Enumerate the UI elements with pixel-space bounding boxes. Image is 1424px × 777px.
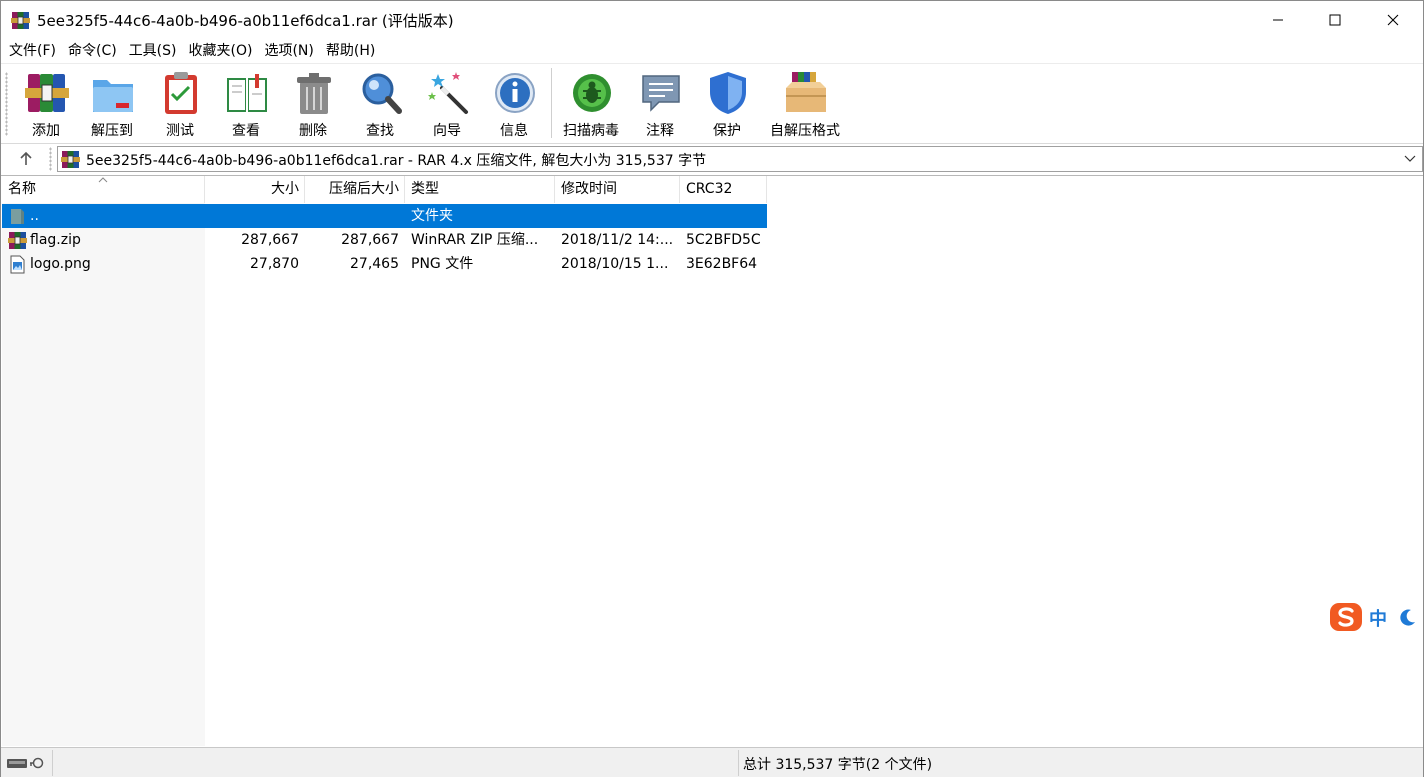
parent-folder-icon: [11, 209, 24, 224]
sfx-box-icon: [786, 72, 826, 112]
file-row-logo-png[interactable]: logo.png 27,870 27,465 PNG 文件 2018/10/15…: [2, 252, 767, 276]
sort-ascending-icon: [98, 177, 108, 183]
path-dropdown-button[interactable]: [1401, 148, 1419, 170]
file-name: ..: [30, 208, 39, 224]
file-row-flag-zip[interactable]: flag.zip 287,667 287,667 WinRAR ZIP 压缩..…: [2, 228, 767, 252]
column-header-name[interactable]: 名称: [2, 176, 205, 203]
chevron-down-icon: [1404, 155, 1416, 162]
menu-commands[interactable]: 命令(C): [62, 39, 123, 63]
title-bar[interactable]: 5ee325f5-44c6-4a0b-b496-a0b11ef6dca1.rar…: [1, 1, 1423, 39]
file-packed-size: [305, 204, 399, 228]
view-button[interactable]: 查看: [214, 68, 278, 140]
file-list[interactable]: 名称 大小 压缩后大小 类型 修改时间 CRC32 .. 文件夹 flag.zi…: [1, 175, 1423, 746]
name-column-shade: [2, 203, 205, 746]
comment-button[interactable]: 注释: [628, 68, 692, 140]
file-crc: [686, 204, 766, 228]
drive-key-icon: [7, 757, 44, 769]
maximize-button[interactable]: [1306, 1, 1364, 39]
protect-label: 保护: [713, 123, 741, 139]
file-crc: 3E62BF64: [686, 256, 758, 272]
column-header-size[interactable]: 大小: [205, 176, 305, 203]
arrow-up-icon: [20, 151, 32, 165]
status-divider: [738, 750, 739, 776]
close-icon: [1387, 14, 1399, 26]
file-size: 287,667: [241, 232, 299, 248]
menu-bar: 文件(F) 命令(C) 工具(S) 收藏夹(O) 选项(N) 帮助(H): [1, 39, 1423, 63]
winrar-window: 5ee325f5-44c6-4a0b-b496-a0b11ef6dca1.rar…: [0, 0, 1424, 777]
close-button[interactable]: [1364, 1, 1422, 39]
toolbar: 添加 解压到 测试 查看 删除 查找 向导 信息 扫描病毒 注释 保护 自解压格…: [1, 63, 1423, 141]
magic-wand-icon: [428, 72, 468, 114]
extract-to-button[interactable]: 解压到: [80, 68, 144, 140]
scan-virus-button[interactable]: 扫描病毒: [559, 68, 623, 140]
up-one-level-button[interactable]: [11, 148, 41, 170]
sogou-logo-icon: [1330, 603, 1362, 631]
magnifier-icon: [362, 73, 402, 114]
file-modified: [561, 204, 679, 228]
archive-path-text: 5ee325f5-44c6-4a0b-b496-a0b11ef6dca1.rar…: [86, 153, 707, 169]
status-summary: 总计 315,537 字节(2 个文件): [743, 757, 933, 773]
rar-archive-icon: [61, 151, 80, 168]
info-label: 信息: [500, 123, 528, 139]
column-name-label: 名称: [8, 181, 36, 197]
menu-tools[interactable]: 工具(S): [123, 39, 183, 63]
view-book-icon: [227, 74, 267, 112]
menu-file[interactable]: 文件(F): [3, 39, 62, 63]
file-size: [205, 204, 299, 228]
protect-button[interactable]: 保护: [695, 68, 759, 140]
half-width-moon-icon[interactable]: [1399, 608, 1417, 626]
sfx-button[interactable]: 自解压格式: [770, 68, 840, 140]
file-name: flag.zip: [30, 232, 81, 248]
add-button[interactable]: 添加: [14, 68, 78, 140]
info-button[interactable]: 信息: [482, 68, 546, 140]
ime-toolbar[interactable]: 中: [1326, 601, 1423, 633]
minimize-button[interactable]: [1249, 1, 1307, 39]
archive-path-field[interactable]: 5ee325f5-44c6-4a0b-b496-a0b11ef6dca1.rar…: [57, 146, 1423, 172]
file-modified: 2018/11/2 14:...: [561, 232, 674, 248]
file-type: 文件夹: [411, 208, 453, 224]
column-header-packed[interactable]: 压缩后大小: [305, 176, 405, 203]
address-bar: 5ee325f5-44c6-4a0b-b496-a0b11ef6dca1.rar…: [1, 143, 1423, 173]
column-header-modified[interactable]: 修改时间: [555, 176, 680, 203]
menu-help[interactable]: 帮助(H): [320, 39, 381, 63]
status-divider: [52, 750, 53, 776]
file-name: logo.png: [30, 256, 91, 272]
extract-folder-icon: [93, 80, 133, 112]
window-title: 5ee325f5-44c6-4a0b-b496-a0b11ef6dca1.rar…: [37, 12, 454, 30]
file-packed-size: 287,667: [341, 232, 399, 248]
ime-mode-label[interactable]: 中: [1369, 605, 1387, 631]
file-packed-size: 27,465: [350, 256, 399, 272]
test-clipboard-icon: [165, 72, 197, 114]
info-icon: [495, 73, 535, 113]
file-size: 27,870: [250, 256, 299, 272]
file-crc: 5C2BFD5C: [686, 232, 761, 248]
file-type: PNG 文件: [411, 256, 474, 272]
file-row-parent[interactable]: .. 文件夹: [2, 204, 767, 228]
menu-options[interactable]: 选项(N): [258, 39, 319, 63]
delete-button[interactable]: 删除: [281, 68, 345, 140]
file-type: WinRAR ZIP 压缩...: [411, 232, 539, 248]
image-file-icon: [10, 255, 25, 274]
minimize-icon: [1273, 19, 1283, 21]
column-header-crc[interactable]: CRC32: [680, 176, 767, 203]
comment-bubble-icon: [642, 75, 680, 112]
sfx-label: 自解压格式: [770, 123, 840, 139]
maximize-icon: [1329, 14, 1341, 26]
address-grip: [49, 147, 52, 171]
add-archive-icon: [25, 74, 69, 112]
zip-archive-icon: [8, 232, 27, 249]
menu-favorites[interactable]: 收藏夹(O): [183, 39, 259, 63]
winrar-app-icon: [11, 12, 30, 29]
wizard-button[interactable]: 向导: [415, 68, 479, 140]
status-bar: 总计 315,537 字节(2 个文件): [1, 747, 1423, 777]
file-modified: 2018/10/15 1...: [561, 256, 669, 272]
virus-scan-icon: [573, 74, 611, 112]
find-button[interactable]: 查找: [348, 68, 412, 140]
test-button[interactable]: 测试: [148, 68, 212, 140]
shield-icon: [710, 72, 746, 114]
trash-can-icon: [297, 73, 331, 114]
column-header-type[interactable]: 类型: [405, 176, 555, 203]
